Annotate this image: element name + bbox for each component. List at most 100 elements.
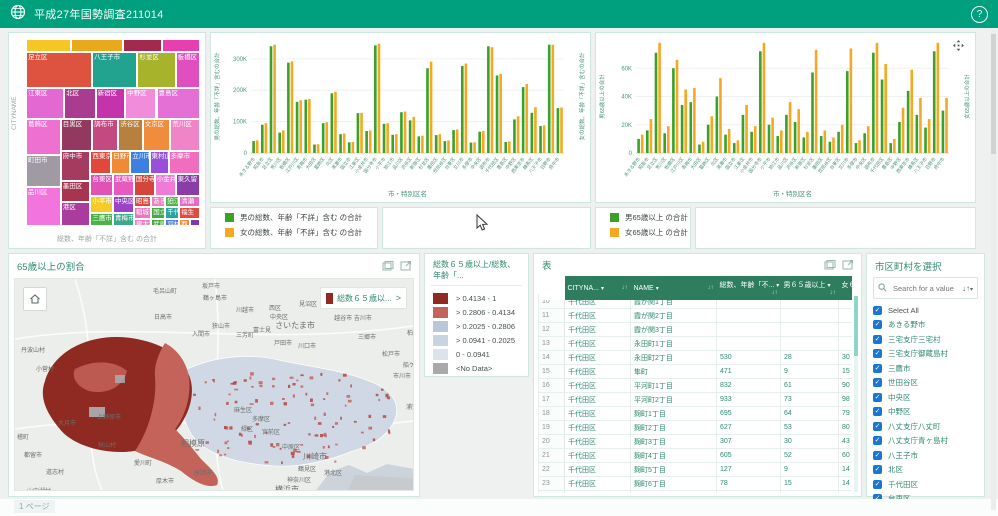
bar[interactable] <box>444 141 447 153</box>
table-scrollbar[interactable] <box>854 296 858 492</box>
bar[interactable] <box>308 99 311 153</box>
bar[interactable] <box>531 113 534 153</box>
bar[interactable] <box>889 143 892 153</box>
bar[interactable] <box>916 115 919 153</box>
bar[interactable] <box>820 136 823 153</box>
table-row[interactable]: 12千代田区霞が関3丁目 <box>539 323 853 337</box>
treemap-tile[interactable]: 武蔵野 <box>113 174 134 196</box>
treemap-tile[interactable]: 町田市 <box>26 155 61 187</box>
treemap-tile[interactable]: 北区 <box>64 88 95 120</box>
bar[interactable] <box>681 105 684 153</box>
bar[interactable] <box>299 100 302 153</box>
legend-item[interactable]: 女65歳以上 の合計 <box>610 227 690 238</box>
bar[interactable] <box>780 130 783 153</box>
bar[interactable] <box>513 119 516 153</box>
page-scrollbar[interactable] <box>991 30 996 510</box>
bar[interactable] <box>331 93 334 153</box>
bar[interactable] <box>684 89 687 153</box>
bar[interactable] <box>863 133 866 153</box>
bar[interactable] <box>252 141 255 153</box>
bar[interactable] <box>508 141 511 153</box>
treemap-tile[interactable]: 東村山 <box>150 151 169 173</box>
city-checkbox-item[interactable]: ✓北区 <box>873 463 978 478</box>
bar[interactable] <box>473 142 476 153</box>
bar[interactable] <box>343 134 346 153</box>
column-header[interactable]: NAME ▾↓↑ <box>631 276 717 301</box>
bar[interactable] <box>278 133 281 153</box>
checkbox-checked-icon[interactable]: ✓ <box>873 306 882 315</box>
bar[interactable] <box>672 68 675 153</box>
bar[interactable] <box>759 51 762 153</box>
bar[interactable] <box>557 108 560 153</box>
treemap-tile[interactable]: 新宿区 <box>96 88 126 120</box>
total-by-city-bar-chart[interactable]: 0100K200K300Kあきる野市昭島市足立区荒川区板橋区江戸川区青梅市大田区… <box>211 33 590 202</box>
checkbox-checked-icon[interactable]: ✓ <box>873 422 882 431</box>
bar[interactable] <box>322 123 325 153</box>
column-header[interactable]: 男６５歳以上 ▾↓↑ <box>781 276 839 301</box>
table-row[interactable]: 24千代田区紀尾井町3085216 <box>539 491 853 494</box>
treemap-tile[interactable]: 小金井 <box>155 174 176 196</box>
bar[interactable] <box>832 137 835 153</box>
column-header[interactable]: 女６５歳以上 ▾↓↑ <box>839 276 853 301</box>
bar[interactable] <box>667 126 670 153</box>
treemap-tile[interactable]: 八王子市 <box>92 52 137 88</box>
treemap-tile[interactable]: 三鷹市 <box>90 213 113 226</box>
bar[interactable] <box>881 80 884 153</box>
bar[interactable] <box>487 46 490 153</box>
bar[interactable] <box>928 119 931 153</box>
bar[interactable] <box>663 133 666 153</box>
bar[interactable] <box>855 143 858 153</box>
bar[interactable] <box>352 142 355 153</box>
bar[interactable] <box>702 142 705 153</box>
bar[interactable] <box>391 135 394 153</box>
select-all-item[interactable]: ✓Select All <box>873 303 978 318</box>
treemap-tile[interactable]: 昭島市 <box>134 196 151 207</box>
treemap-tile[interactable]: 東久留 <box>176 174 200 196</box>
checkbox-checked-icon[interactable]: ✓ <box>873 407 882 416</box>
treemap-tile[interactable]: 渋谷区 <box>118 119 142 151</box>
treemap-tile[interactable]: 稲城市 <box>134 207 151 218</box>
bar[interactable] <box>412 117 415 153</box>
column-header[interactable]: CITYNA... ▾↓↑ <box>565 276 631 301</box>
bar[interactable] <box>742 115 745 153</box>
checkbox-checked-icon[interactable]: ✓ <box>873 335 882 344</box>
treemap-tile[interactable] <box>123 39 161 52</box>
bar[interactable] <box>430 62 433 153</box>
bar[interactable] <box>482 131 485 153</box>
table-row[interactable]: 17千代田区平河町2丁目9337398 <box>539 393 853 407</box>
bar[interactable] <box>360 113 363 153</box>
city-checkbox-item[interactable]: ✓中野区 <box>873 405 978 420</box>
treemap-tile[interactable]: 江東区 <box>26 88 64 120</box>
treemap[interactable]: 足立区八王子市杉並区板橋区江東区北区新宿区中野区豊島区葛飾区目黒区調布市渋谷区文… <box>26 39 200 226</box>
bar[interactable] <box>334 92 337 153</box>
bar[interactable] <box>265 123 268 153</box>
bar[interactable] <box>763 43 766 153</box>
legend-item[interactable]: 男の総数、年齢「不詳」含む の合計 <box>225 212 377 223</box>
treemap-tile[interactable]: 荒川区 <box>170 119 200 151</box>
bar[interactable] <box>421 136 424 153</box>
bar[interactable] <box>499 74 502 153</box>
bar[interactable] <box>728 129 731 153</box>
bar[interactable] <box>876 43 879 153</box>
treemap-tile[interactable]: 西東京市 <box>90 151 111 173</box>
bar[interactable] <box>270 46 273 153</box>
bar[interactable] <box>646 130 649 153</box>
bar[interactable] <box>658 43 661 153</box>
bar[interactable] <box>313 145 316 153</box>
treemap-tile[interactable] <box>26 39 71 52</box>
treemap-tile[interactable]: 港区 <box>61 202 91 226</box>
treemap-tile[interactable]: 日野市 <box>111 151 130 173</box>
bar[interactable] <box>850 48 853 153</box>
treemap-tile[interactable]: あき <box>151 196 165 207</box>
bar[interactable] <box>256 140 259 153</box>
bar[interactable] <box>884 64 887 153</box>
bar[interactable] <box>525 84 528 153</box>
bar[interactable] <box>291 61 294 153</box>
bar[interactable] <box>339 134 342 153</box>
checkbox-checked-icon[interactable]: ✓ <box>873 378 882 387</box>
bar[interactable] <box>543 125 546 153</box>
bar[interactable] <box>378 44 381 153</box>
bar[interactable] <box>719 78 722 153</box>
seniors-by-city-bar-chart[interactable]: 020K40K60Kあきる野市昭島市足立区荒川区板橋区江戸川区青梅市大田区葛飾区… <box>596 33 975 202</box>
bar[interactable] <box>785 115 788 153</box>
